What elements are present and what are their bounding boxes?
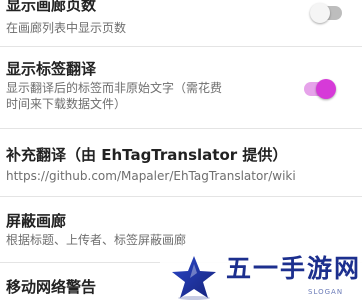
star-logo-icon	[172, 256, 216, 300]
setting-subtitle-link: https://github.com/Mapaler/EhTagTranslat…	[6, 169, 296, 183]
setting-subtitle-line2: 时间来下载数据文件）	[6, 97, 127, 111]
toggle-knob	[316, 79, 336, 99]
watermark: 五一手游网 SLOGAN	[160, 248, 362, 306]
tag-translation-toggle[interactable]	[304, 79, 336, 99]
setting-title: 显示标签翻译	[6, 60, 97, 78]
divider	[0, 196, 362, 197]
gallery-page-count-toggle[interactable]	[310, 3, 342, 23]
setting-subtitle: 根据标题、上传者、标签屏蔽画廊	[6, 233, 187, 247]
setting-title: 补充翻译（由 EhTagTranslator 提供）	[6, 146, 288, 164]
settings-screen: 显示画廊页数 在画廊列表中显示页数 显示标签翻译 显示翻译后的标签而非原始文字（…	[0, 0, 362, 306]
setting-title: 显示画廊页数	[6, 0, 97, 14]
divider	[0, 128, 362, 129]
watermark-slogan: SLOGAN	[308, 288, 344, 296]
setting-gallery-page-count[interactable]: 显示画廊页数 在画廊列表中显示页数	[0, 0, 362, 42]
divider	[0, 46, 362, 47]
setting-subtitle: 在画廊列表中显示页数	[6, 21, 127, 35]
setting-title: 屏蔽画廊	[6, 212, 67, 230]
setting-extra-translation[interactable]: 补充翻译（由 EhTagTranslator 提供） https://githu…	[0, 146, 362, 186]
watermark-text: 五一手游网	[226, 254, 362, 283]
setting-block-gallery[interactable]: 屏蔽画廊 根据标题、上传者、标签屏蔽画廊	[0, 212, 362, 252]
toggle-knob	[310, 3, 330, 23]
